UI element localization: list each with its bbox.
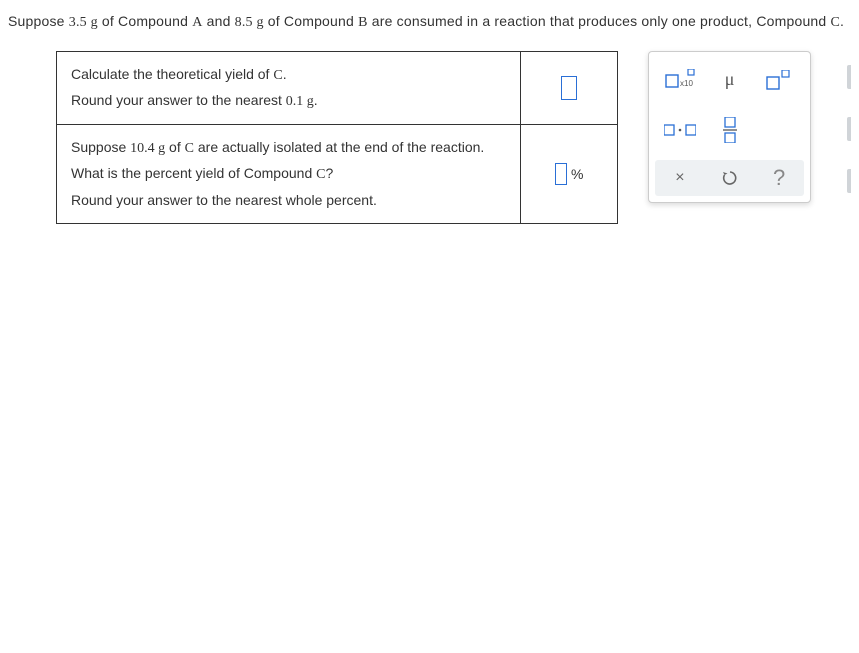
intro-text: of Compound [98, 13, 192, 29]
multiply-placeholder-button[interactable] [658, 112, 702, 148]
side-stubs [847, 51, 851, 193]
stub [847, 117, 851, 141]
intro-text: of Compound [264, 13, 358, 29]
intro-text: . [840, 13, 844, 29]
reset-button[interactable] [708, 160, 752, 196]
mu-icon: μ [725, 69, 735, 90]
mass-a: 3.5 g [69, 15, 98, 30]
fraction-icon [723, 117, 737, 143]
q2-mass: 10.4 g [130, 141, 165, 156]
compound-b: B [358, 15, 368, 30]
compound-a: A [192, 15, 202, 30]
q2-answer-input[interactable] [555, 163, 567, 185]
multiply-icon [664, 123, 696, 137]
q2-text: Round your answer to the nearest whole p… [71, 188, 506, 213]
problem-intro: Suppose 3.5 g of Compound A and 8.5 g of… [8, 10, 851, 35]
q2-text: ? [325, 165, 333, 181]
tool-panel: x10 μ [648, 51, 811, 203]
q1-text: Calculate the theoretical yield of [71, 66, 273, 82]
q1-text: Round your answer to the nearest [71, 92, 286, 108]
q1-precision: 0.1 g [286, 94, 314, 109]
q1-text: . [314, 92, 318, 108]
q1-answer-input[interactable] [561, 76, 577, 100]
question-table: Calculate the theoretical yield of C. Ro… [56, 51, 618, 224]
q1-answer-cell [521, 51, 618, 124]
mu-button[interactable]: μ [708, 62, 752, 98]
question-mark-icon: ? [773, 165, 785, 191]
q2-text: What is the percent yield of Compound [71, 165, 316, 181]
q2-prompt: Suppose 10.4 g of C are actually isolate… [57, 125, 521, 224]
percent-unit: % [571, 166, 583, 182]
compound-c: C [831, 15, 841, 30]
help-button[interactable]: ? [757, 160, 801, 196]
q2-text: Suppose [71, 139, 130, 155]
q2-answer-cell: % [521, 125, 618, 224]
q1-prompt: Calculate the theoretical yield of C. Ro… [57, 51, 521, 124]
scientific-notation-button[interactable]: x10 [658, 62, 702, 98]
intro-text: are consumed in a reaction that produces… [368, 13, 831, 29]
times-icon: × [675, 169, 684, 187]
sci-notation-icon: x10 [665, 69, 695, 91]
q1-text: . [283, 66, 287, 82]
fraction-button[interactable] [708, 112, 752, 148]
q2-text: of [165, 139, 184, 155]
superscript-button[interactable] [757, 62, 801, 98]
superscript-icon [766, 70, 792, 90]
spacer [757, 112, 801, 148]
q2-text: are actually isolated at the end of the … [194, 139, 484, 155]
intro-text: Suppose [8, 13, 69, 29]
q2-compound-c: C [185, 141, 194, 156]
mass-b: 8.5 g [235, 15, 264, 30]
reset-icon [721, 169, 739, 187]
intro-text: and [203, 13, 235, 29]
stub [847, 65, 851, 89]
clear-button[interactable]: × [658, 160, 702, 196]
q1-compound-c: C [273, 68, 282, 83]
svg-text:x10: x10 [680, 79, 693, 88]
stub [847, 169, 851, 193]
